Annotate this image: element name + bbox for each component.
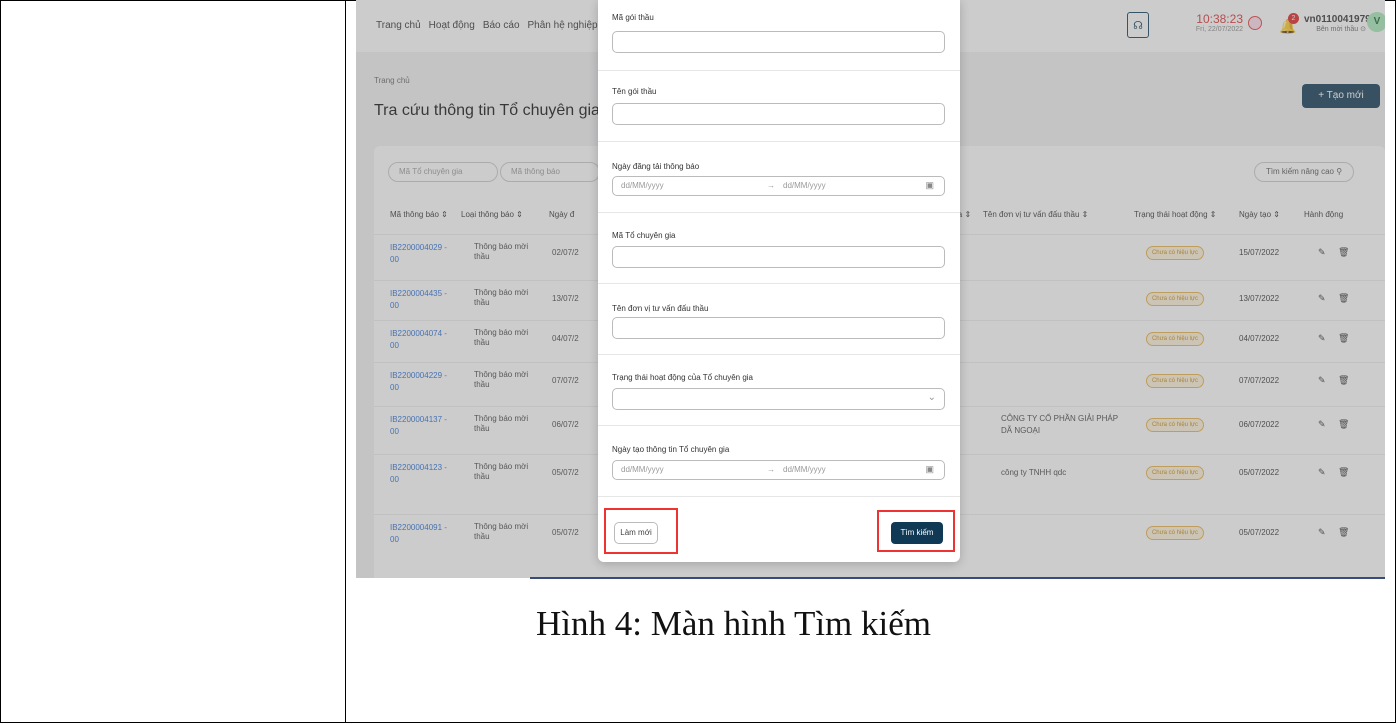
- screenshot-bottom-edge: [530, 577, 1385, 579]
- screenshot: Trang chủ Hoạt động Báo cáo Phân hệ nghi…: [356, 0, 1385, 578]
- reset-highlight-box: [604, 508, 678, 554]
- calendar-icon[interactable]: ▣: [925, 180, 934, 191]
- arrow-right-icon: →: [767, 465, 775, 474]
- consultant-field: Tên đơn vị tư vấn đấu thầu: [598, 284, 960, 355]
- calendar-icon[interactable]: ▣: [925, 464, 934, 475]
- package-name-input[interactable]: [612, 103, 945, 125]
- arrow-right-icon: →: [767, 181, 775, 190]
- consultant-label: Tên đơn vị tư vấn đấu thầu: [612, 304, 709, 313]
- advanced-search-modal: Mã gói thầu Tên gói thầu Ngày đăng tải t…: [598, 0, 960, 562]
- figure-caption: Hình 4: Màn hình Tìm kiếm: [535, 604, 932, 643]
- created-date-field: Ngày tạo thông tin Tổ chuyên gia dd/MM/y…: [598, 426, 960, 497]
- status-select[interactable]: ⌄: [612, 388, 945, 410]
- created-date-from[interactable]: dd/MM/yyyy: [621, 465, 664, 474]
- expert-code-label: Mã Tổ chuyên gia: [612, 231, 676, 240]
- search-highlight-box: [877, 510, 955, 552]
- post-date-to[interactable]: dd/MM/yyyy: [783, 181, 826, 190]
- post-date-range-input[interactable]: dd/MM/yyyy → dd/MM/yyyy ▣: [612, 176, 945, 196]
- package-name-field: Tên gói thầu: [598, 71, 960, 142]
- package-name-label: Tên gói thầu: [612, 87, 657, 96]
- post-date-label: Ngày đăng tải thông báo: [612, 162, 700, 171]
- status-label: Trạng thái hoạt động của Tổ chuyên gia: [612, 373, 753, 382]
- created-date-to[interactable]: dd/MM/yyyy: [783, 465, 826, 474]
- package-code-field: Mã gói thầu: [598, 0, 960, 71]
- status-field: Trạng thái hoạt động của Tổ chuyên gia ⌄: [598, 355, 960, 426]
- post-date-from[interactable]: dd/MM/yyyy: [621, 181, 664, 190]
- chevron-down-icon: ⌄: [927, 392, 936, 403]
- created-date-range-input[interactable]: dd/MM/yyyy → dd/MM/yyyy ▣: [612, 460, 945, 480]
- post-date-field: Ngày đăng tải thông báo dd/MM/yyyy → dd/…: [598, 142, 960, 213]
- expert-code-input[interactable]: [612, 246, 945, 268]
- created-date-label: Ngày tạo thông tin Tổ chuyên gia: [612, 445, 730, 454]
- expert-code-field: Mã Tổ chuyên gia: [598, 213, 960, 284]
- consultant-input[interactable]: [612, 317, 945, 339]
- package-code-label: Mã gói thầu: [612, 13, 654, 22]
- package-code-input[interactable]: [612, 31, 945, 53]
